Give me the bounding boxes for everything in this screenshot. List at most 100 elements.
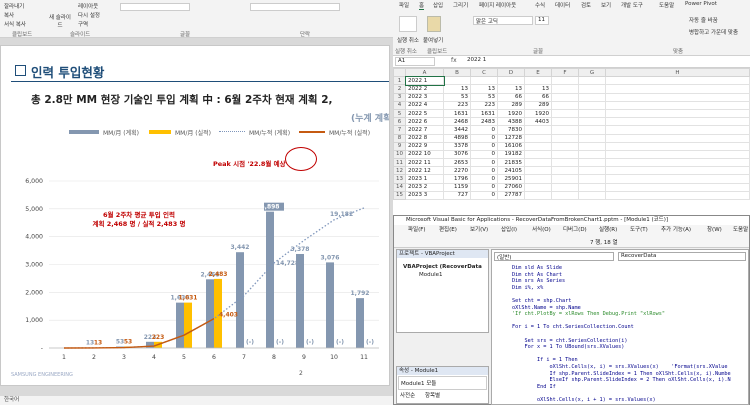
cell[interactable] <box>443 76 471 86</box>
cell[interactable]: 3076 <box>443 149 471 160</box>
cell[interactable]: 0 <box>470 166 498 176</box>
cell[interactable]: 3442 <box>443 125 471 135</box>
cell[interactable] <box>578 141 606 151</box>
merge-center-button[interactable]: 병합하고 가운데 맞춤 <box>689 28 738 36</box>
procedure-combo[interactable]: RecoverData <box>618 252 746 261</box>
cell[interactable] <box>551 125 579 135</box>
row-header[interactable]: 4 <box>393 100 406 110</box>
cell[interactable] <box>578 125 606 135</box>
cell[interactable] <box>605 141 750 151</box>
vba-menu-item-4[interactable]: 서식(O) <box>532 225 551 236</box>
cell[interactable]: 2022 3 <box>405 92 444 102</box>
cell[interactable] <box>605 190 750 201</box>
cell[interactable] <box>578 117 606 127</box>
excel-tab-8[interactable]: 보기 <box>601 1 611 9</box>
cell[interactable] <box>497 76 525 86</box>
cell[interactable]: 2022 7 <box>405 125 444 135</box>
column-header[interactable]: D <box>497 67 525 78</box>
cell[interactable]: 223 <box>470 100 498 110</box>
vba-menu-item-3[interactable]: 삽입(I) <box>501 225 517 236</box>
cell[interactable]: 2023 1 <box>405 174 444 184</box>
cell[interactable] <box>578 100 606 110</box>
cell[interactable] <box>605 133 750 143</box>
cell[interactable] <box>578 182 606 192</box>
object-combo[interactable]: (일반) <box>494 252 614 261</box>
cell[interactable]: 2023 3 <box>405 190 444 201</box>
formula-input[interactable]: 2022 1 <box>465 57 745 66</box>
cell[interactable] <box>524 182 552 192</box>
new-slide-button[interactable]: 새 슬라이드 <box>47 13 73 29</box>
row-header[interactable]: 14 <box>393 182 406 192</box>
cell[interactable] <box>524 174 552 184</box>
row-header[interactable]: 12 <box>393 166 406 176</box>
row-header[interactable]: 11 <box>393 158 406 168</box>
column-header[interactable]: C <box>470 67 498 78</box>
cell[interactable] <box>578 166 606 176</box>
vba-menu-item-7[interactable]: 도구(T) <box>630 225 648 236</box>
cell[interactable] <box>578 108 606 119</box>
excel-tab-4[interactable]: 페이지 레이아웃 <box>479 1 516 9</box>
vba-menu-item-8[interactable]: 추가 기능(A) <box>661 225 691 236</box>
cell[interactable]: 1159 <box>443 182 471 192</box>
cell[interactable]: 0 <box>470 141 498 151</box>
cell[interactable]: 2022 4 <box>405 100 444 110</box>
vba-menu-item-0[interactable]: 파일(F) <box>408 225 426 236</box>
column-header[interactable]: G <box>578 67 606 78</box>
cell[interactable] <box>551 158 579 168</box>
copy-button[interactable]: 복사 <box>4 11 14 19</box>
cell[interactable]: 0 <box>470 133 498 143</box>
cell[interactable]: 289 <box>524 100 552 110</box>
slide-canvas[interactable]: 인력 투입현황 총 2.8만 MM 현장 기술인 투입 계획 中 : 6월 2주… <box>0 45 390 386</box>
project-root-node[interactable]: VBAProject (RecoverData <box>397 258 488 270</box>
cell[interactable] <box>605 158 750 168</box>
cell[interactable]: 0 <box>470 190 498 201</box>
cut-button[interactable]: 잘라내기 <box>4 2 24 10</box>
row-header[interactable]: 6 <box>393 117 406 127</box>
cell[interactable] <box>551 141 579 151</box>
cell[interactable] <box>551 149 579 160</box>
cell[interactable]: 2468 <box>443 117 471 127</box>
column-header[interactable]: F <box>551 67 579 78</box>
cell[interactable] <box>551 84 579 94</box>
properties-object-select[interactable]: Module1 모듈 <box>398 376 487 390</box>
cell[interactable] <box>551 100 579 110</box>
wrap-text-button[interactable]: 자동 줄 바꿈 <box>689 16 718 24</box>
worksheet-grid[interactable]: A B C D E F G H 1 2022 1 2 2022 2 13 13 13 13 3 2022 3 53 5… <box>393 67 750 225</box>
cell[interactable] <box>524 133 552 143</box>
cell[interactable]: 7830 <box>497 125 525 135</box>
cell[interactable] <box>605 149 750 160</box>
excel-tab-0[interactable]: 파일 <box>399 1 409 9</box>
cell[interactable]: 1631 <box>470 108 498 119</box>
layout-button[interactable]: 레이아웃 <box>78 2 98 10</box>
cell[interactable] <box>605 182 750 192</box>
cell[interactable]: 2022 10 <box>405 149 444 160</box>
row-header[interactable]: 3 <box>393 92 406 102</box>
cell[interactable]: 2653 <box>443 158 471 168</box>
cell[interactable] <box>524 190 552 201</box>
excel-tab-5[interactable]: 수식 <box>535 1 545 9</box>
column-header[interactable]: A <box>405 67 444 78</box>
cell[interactable]: 12728 <box>497 133 525 143</box>
cell[interactable]: 2022 6 <box>405 117 444 127</box>
cell[interactable]: 0 <box>470 149 498 160</box>
cell[interactable]: 2022 1 <box>404 75 445 86</box>
cell[interactable] <box>524 158 552 168</box>
cell[interactable] <box>551 133 579 143</box>
cell[interactable]: 4403 <box>524 117 552 127</box>
column-header[interactable]: H <box>605 67 750 78</box>
cell[interactable]: 19182 <box>497 149 525 160</box>
excel-tab-1[interactable]: 홈 <box>419 1 425 10</box>
cell[interactable] <box>605 84 750 94</box>
reset-button[interactable]: 다시 설정 <box>78 11 100 19</box>
excel-tab-7[interactable]: 검토 <box>581 1 591 9</box>
section-button[interactable]: 구역 <box>78 20 88 28</box>
row-header[interactable]: 7 <box>393 125 406 135</box>
row-header[interactable]: 1 <box>393 76 406 86</box>
cell[interactable] <box>578 133 606 143</box>
cell[interactable] <box>605 100 750 110</box>
cell[interactable] <box>551 108 579 119</box>
paste-button[interactable]: 붙여넣기 <box>423 36 443 44</box>
row-header[interactable]: 10 <box>393 149 406 160</box>
vba-menu-item-5[interactable]: 디버그(D) <box>563 225 587 236</box>
props-tab-category[interactable]: 항목별 <box>425 393 440 399</box>
